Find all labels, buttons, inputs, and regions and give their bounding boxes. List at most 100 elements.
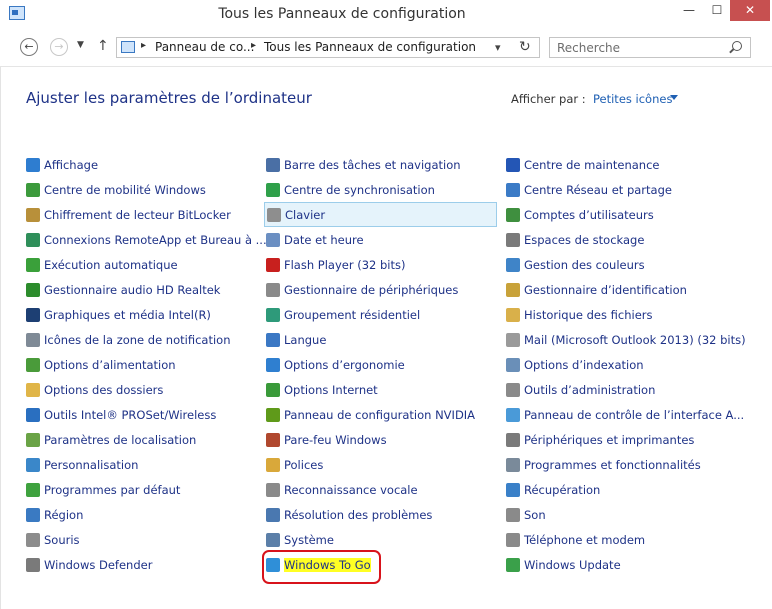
interface-panel-icon [506, 407, 520, 422]
control-panel-item[interactable]: Programmes par défaut [24, 477, 260, 502]
control-panel-item[interactable]: Gestion des couleurs [504, 252, 764, 277]
control-panel-item-label: Clavier [285, 207, 326, 222]
storage-spaces-icon [506, 232, 520, 247]
control-panel-item[interactable]: Outils Intel® PROSet/Wireless [24, 402, 260, 427]
up-button[interactable]: ↑ [97, 38, 109, 54]
control-panel-item[interactable]: Programmes et fonctionnalités [504, 452, 764, 477]
forward-button[interactable]: → [50, 38, 68, 56]
back-button[interactable]: ← [20, 38, 38, 56]
control-panel-item[interactable]: Connexions RemoteApp et Bureau à ... [24, 227, 267, 252]
control-panel-item[interactable]: Résolution des problèmes [264, 502, 497, 527]
control-panel-item-label: Comptes d’utilisateurs [524, 207, 654, 222]
control-panel-item[interactable]: Centre de mobilité Windows [24, 177, 260, 202]
control-panel-item-label: Souris [44, 532, 80, 547]
control-panel-item[interactable]: Périphériques et imprimantes [504, 427, 764, 452]
mail-icon [506, 332, 520, 347]
control-panel-item[interactable]: Gestionnaire audio HD Realtek [24, 277, 260, 302]
control-panel-item[interactable]: Clavier [264, 202, 497, 227]
control-panel-item[interactable]: Date et heure [264, 227, 497, 252]
control-panel-item[interactable]: Reconnaissance vocale [264, 477, 497, 502]
control-panel-item[interactable]: Options d’alimentation [24, 352, 260, 377]
control-panel-item[interactable]: Affichage [24, 152, 260, 177]
control-panel-item[interactable]: Centre Réseau et partage [504, 177, 764, 202]
view-by-dropdown[interactable]: Petites icônes [593, 92, 672, 106]
control-panel-item[interactable]: Chiffrement de lecteur BitLocker [24, 202, 260, 227]
control-panel-item-label: Outils d’administration [524, 382, 656, 397]
control-panel-item[interactable]: Outils d’administration [504, 377, 764, 402]
maximize-button[interactable]: ☐ [704, 0, 730, 21]
address-bar-row: ← → ▼ ↑ ▸ Panneau de co... ▸ Tous les Pa… [0, 30, 772, 67]
control-panel-item[interactable]: Panneau de configuration NVIDIA [264, 402, 497, 427]
address-box[interactable]: ▸ Panneau de co... ▸ Tous les Panneaux d… [116, 37, 540, 58]
control-panel-item[interactable]: Espaces de stockage [504, 227, 764, 252]
control-panel-item[interactable]: Windows To Go [264, 552, 497, 577]
search-box[interactable] [549, 37, 751, 58]
control-panel-item[interactable]: Graphiques et média Intel(R) [24, 302, 260, 327]
admin-tools-icon [506, 382, 520, 397]
control-panel-item[interactable]: Gestionnaire d’identification [504, 277, 764, 302]
control-panel-item[interactable]: Centre de synchronisation [264, 177, 497, 202]
remoteapp-icon [26, 232, 40, 247]
control-panel-item-label: Windows To Go [284, 557, 371, 572]
control-panel-item[interactable]: Région [24, 502, 260, 527]
control-panel-item[interactable]: Options Internet [264, 377, 497, 402]
breadcrumb-control-panel[interactable]: Panneau de co... [155, 40, 254, 54]
control-panel-item[interactable]: Système [264, 527, 497, 552]
breadcrumb-all-items[interactable]: Tous les Panneaux de configuration [264, 40, 476, 54]
control-panel-item-label: Options des dossiers [44, 382, 164, 397]
control-panel-item[interactable]: Panneau de contrôle de l’interface A... [504, 402, 764, 427]
close-button[interactable]: ✕ [730, 0, 770, 21]
control-panel-item-label: Système [284, 532, 334, 547]
control-panel-item[interactable]: Groupement résidentiel [264, 302, 497, 327]
control-panel-item[interactable]: Options des dossiers [24, 377, 260, 402]
control-panel-item[interactable]: Comptes d’utilisateurs [504, 202, 764, 227]
control-panel-item[interactable]: Paramètres de localisation [24, 427, 260, 452]
breadcrumb-separator[interactable]: ▸ [141, 40, 146, 51]
control-panel-item[interactable]: Son [504, 502, 764, 527]
control-panel-item[interactable]: Personnalisation [24, 452, 260, 477]
control-panel-item[interactable]: Exécution automatique [24, 252, 260, 277]
control-panel-item[interactable]: Mail (Microsoft Outlook 2013) (32 bits) [504, 327, 764, 352]
search-input[interactable] [550, 38, 732, 57]
control-panel-item[interactable]: Pare-feu Windows [264, 427, 497, 452]
control-panel-item[interactable]: Flash Player (32 bits) [264, 252, 497, 277]
bitlocker-icon [26, 207, 40, 222]
control-panel-item-label: Pare-feu Windows [284, 432, 387, 447]
refresh-icon[interactable]: ↻ [519, 39, 531, 55]
control-panel-item-label: Son [524, 507, 546, 522]
address-dropdown-icon[interactable]: ▾ [495, 41, 501, 54]
minimize-button[interactable]: — [676, 0, 702, 21]
control-panel-item-label: Connexions RemoteApp et Bureau à ... [44, 232, 267, 247]
mouse-icon [26, 532, 40, 547]
control-panel-item-label: Panneau de contrôle de l’interface A... [524, 407, 745, 422]
control-panel-item[interactable]: Options d’ergonomie [264, 352, 497, 377]
control-panel-item[interactable]: Souris [24, 527, 260, 552]
taskbar-icon [266, 157, 280, 172]
control-panel-item[interactable]: Polices [264, 452, 497, 477]
control-panel-item-label: Centre de maintenance [524, 157, 660, 172]
control-panel-item-label: Périphériques et imprimantes [524, 432, 695, 447]
realtek-audio-icon [26, 282, 40, 297]
control-panel-item[interactable]: Icônes de la zone de notification [24, 327, 260, 352]
control-panel-item[interactable]: Options d’indexation [504, 352, 764, 377]
control-panel-item[interactable]: Récupération [504, 477, 764, 502]
control-panel-item[interactable]: Téléphone et modem [504, 527, 764, 552]
control-panel-item-label: Groupement résidentiel [284, 307, 421, 322]
control-panel-item-label: Espaces de stockage [524, 232, 645, 247]
control-panel-item-label: Polices [284, 457, 324, 472]
control-panel-item[interactable]: Gestionnaire de périphériques [264, 277, 497, 302]
control-panel-item[interactable]: Barre des tâches et navigation [264, 152, 497, 177]
control-panel-item[interactable]: Langue [264, 327, 497, 352]
personalization-icon [26, 457, 40, 472]
control-panel-item[interactable]: Windows Defender [24, 552, 260, 577]
control-panel-item-label: Exécution automatique [44, 257, 178, 272]
control-panel-item[interactable]: Historique des fichiers [504, 302, 764, 327]
breadcrumb-separator[interactable]: ▸ [251, 40, 256, 51]
control-panel-item[interactable]: Centre de maintenance [504, 152, 764, 177]
control-panel-item[interactable]: Windows Update [504, 552, 764, 577]
internet-options-icon [266, 382, 280, 397]
chevron-down-icon[interactable] [670, 95, 678, 100]
recent-locations-dropdown[interactable]: ▼ [77, 40, 84, 50]
search-icon[interactable] [732, 41, 742, 51]
control-panel-item-label: Gestion des couleurs [524, 257, 645, 272]
